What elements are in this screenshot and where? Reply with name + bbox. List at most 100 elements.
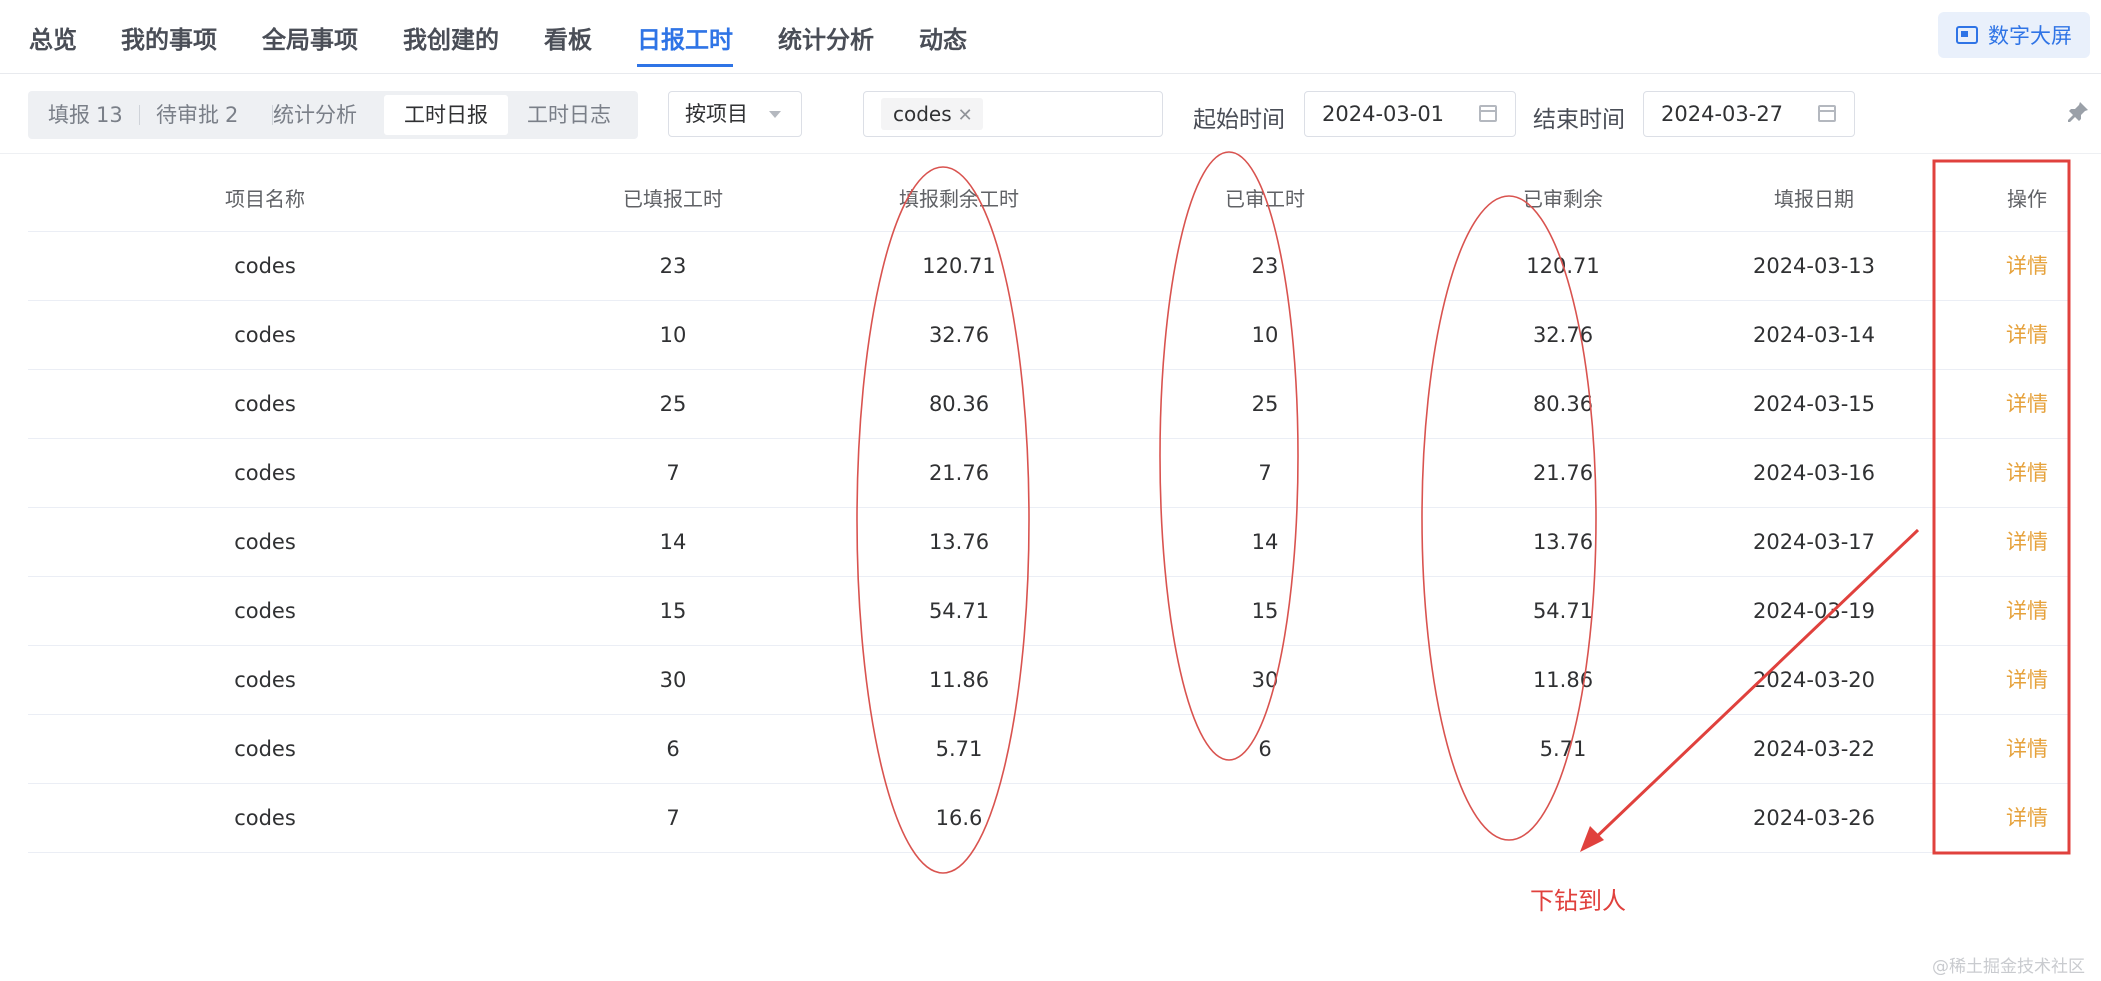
big-screen-button[interactable]: 数字大屏 xyxy=(1938,12,2090,58)
table-row: codes 10 32.76 10 32.76 2024-03-14 详情 xyxy=(28,301,2068,370)
view-segmented-control: 填报 13 待审批 2 统计分析 工时日报 工时日志 xyxy=(28,91,638,139)
detail-link[interactable]: 详情 xyxy=(1958,370,2096,439)
project-name-cell: codes xyxy=(234,737,296,761)
filled-hours-cell: 6 xyxy=(666,737,680,761)
project-filter-input[interactable]: codes ✕ xyxy=(863,91,1163,137)
dashboard-icon xyxy=(1956,26,1978,44)
fill-remaining-cell: 11.86 xyxy=(928,668,990,692)
group-by-value: 按项目 xyxy=(685,102,748,126)
approved-remaining-cell: 11.86 xyxy=(1532,668,1594,692)
fill-date-cell: 2024-03-22 xyxy=(1752,737,1876,761)
table-row: codes 14 13.76 14 13.76 2024-03-17 详情 xyxy=(28,508,2068,577)
chevron-down-icon xyxy=(769,111,781,118)
fill-date-cell: 2024-03-20 xyxy=(1752,668,1876,692)
filled-hours-cell: 14 xyxy=(659,530,687,554)
fill-remaining-cell: 5.71 xyxy=(935,737,983,761)
approved-remaining-cell: 120.71 xyxy=(1526,254,1600,278)
tab-overview[interactable]: 总览 xyxy=(29,20,77,55)
approved-hours-cell: 6 xyxy=(1258,737,1272,761)
column-header: 项目名称 xyxy=(225,187,305,211)
approved-remaining-cell: 5.71 xyxy=(1539,737,1587,761)
segment-fill-report[interactable]: 填报 13 xyxy=(48,91,123,139)
approved-hours-cell: 30 xyxy=(1251,668,1279,692)
project-name-cell: codes xyxy=(234,392,296,416)
approved-remaining-cell: 54.71 xyxy=(1532,599,1594,623)
approved-remaining-cell xyxy=(1456,784,1670,853)
detail-link[interactable]: 详情 xyxy=(1958,301,2096,370)
detail-link[interactable]: 详情 xyxy=(1958,508,2096,577)
approved-hours-cell: 7 xyxy=(1258,461,1272,485)
tab-my-items[interactable]: 我的事项 xyxy=(121,20,217,55)
column-header: 已审剩余 xyxy=(1523,187,1603,211)
fill-date-cell: 2024-03-15 xyxy=(1752,392,1876,416)
fill-date-cell: 2024-03-13 xyxy=(1752,254,1876,278)
tab-activity[interactable]: 动态 xyxy=(919,20,967,55)
fill-date-cell: 2024-03-14 xyxy=(1752,323,1876,347)
worktime-table: 项目名称 已填报工时 填报剩余工时 已审工时 已审剩余 填报日期 操作 code… xyxy=(28,163,2068,853)
fill-date-cell: 2024-03-19 xyxy=(1752,599,1876,623)
segment-statistics[interactable]: 统计分析 xyxy=(273,91,357,139)
group-by-select[interactable]: 按项目 xyxy=(668,91,802,137)
filter-bar: 填报 13 待审批 2 统计分析 工时日报 工时日志 按项目 codes ✕ 起始时间… xyxy=(0,74,2101,154)
segment-worktime-log[interactable]: 工时日志 xyxy=(527,91,611,139)
filled-hours-cell: 25 xyxy=(659,392,687,416)
fill-remaining-cell: 80.36 xyxy=(928,392,990,416)
detail-link[interactable]: 详情 xyxy=(1958,784,2096,853)
approved-hours-cell: 14 xyxy=(1251,530,1279,554)
approved-hours-cell: 15 xyxy=(1251,599,1279,623)
project-name-cell: codes xyxy=(234,254,296,278)
fill-date-cell: 2024-03-16 xyxy=(1752,461,1876,485)
fill-date-cell: 2024-03-17 xyxy=(1752,530,1876,554)
end-date-label: 结束时间 xyxy=(1533,107,1625,133)
start-date-label: 起始时间 xyxy=(1193,107,1285,133)
big-screen-label: 数字大屏 xyxy=(1988,24,2072,48)
tab-statistics[interactable]: 统计分析 xyxy=(778,20,874,55)
approved-hours-cell: 10 xyxy=(1251,323,1279,347)
calendar-icon xyxy=(1818,105,1836,122)
detail-link[interactable]: 详情 xyxy=(1958,646,2096,715)
fill-remaining-cell: 54.71 xyxy=(928,599,990,623)
detail-link[interactable]: 详情 xyxy=(1958,232,2096,301)
table-header: 项目名称 已填报工时 填报剩余工时 已审工时 已审剩余 填报日期 操作 xyxy=(28,163,2068,232)
filled-hours-cell: 7 xyxy=(666,806,680,830)
end-date-input[interactable]: 2024-03-27 xyxy=(1643,91,1855,137)
approved-remaining-cell: 32.76 xyxy=(1532,323,1594,347)
segment-pending-approval[interactable]: 待审批 2 xyxy=(156,91,238,139)
calendar-icon xyxy=(1479,105,1497,122)
tab-daily-worktime[interactable]: 日报工时 xyxy=(637,20,733,67)
segment-worktime-daily[interactable]: 工时日报 xyxy=(384,95,508,135)
fill-remaining-cell: 13.76 xyxy=(928,530,990,554)
approved-remaining-cell: 80.36 xyxy=(1532,392,1594,416)
column-header: 填报剩余工时 xyxy=(899,187,1019,211)
column-header: 已填报工时 xyxy=(623,187,723,211)
filled-hours-cell: 23 xyxy=(659,254,687,278)
filled-hours-cell: 30 xyxy=(659,668,687,692)
pending-approval-count: 2 xyxy=(225,103,239,127)
project-tag: codes ✕ xyxy=(881,98,983,130)
fill-remaining-cell: 21.76 xyxy=(928,461,990,485)
table-row: codes 23 120.71 23 120.71 2024-03-13 详情 xyxy=(28,232,2068,301)
fill-date-cell: 2024-03-26 xyxy=(1752,806,1876,830)
detail-link[interactable]: 详情 xyxy=(1958,439,2096,508)
detail-link[interactable]: 详情 xyxy=(1958,715,2096,784)
filled-hours-cell: 10 xyxy=(659,323,687,347)
annotation-label: 下钻到人 xyxy=(1530,887,1626,915)
close-icon[interactable]: ✕ xyxy=(958,105,973,126)
table-row: codes 6 5.71 6 5.71 2024-03-22 详情 xyxy=(28,715,2068,784)
project-name-cell: codes xyxy=(234,323,296,347)
detail-link[interactable]: 详情 xyxy=(1958,577,2096,646)
start-date-input[interactable]: 2024-03-01 xyxy=(1304,91,1516,137)
table-row: codes 25 80.36 25 80.36 2024-03-15 详情 xyxy=(28,370,2068,439)
tab-kanban[interactable]: 看板 xyxy=(544,20,592,55)
project-name-cell: codes xyxy=(234,599,296,623)
tab-created-by-me[interactable]: 我创建的 xyxy=(403,20,499,55)
approved-remaining-cell: 21.76 xyxy=(1532,461,1594,485)
table-row: codes 15 54.71 15 54.71 2024-03-19 详情 xyxy=(28,577,2068,646)
project-name-cell: codes xyxy=(234,806,296,830)
pin-icon[interactable] xyxy=(2066,100,2090,124)
column-header: 操作 xyxy=(2007,187,2047,211)
table-row: codes 7 21.76 7 21.76 2024-03-16 详情 xyxy=(28,439,2068,508)
tab-global-items[interactable]: 全局事项 xyxy=(262,20,358,55)
project-name-cell: codes xyxy=(234,461,296,485)
project-name-cell: codes xyxy=(234,530,296,554)
